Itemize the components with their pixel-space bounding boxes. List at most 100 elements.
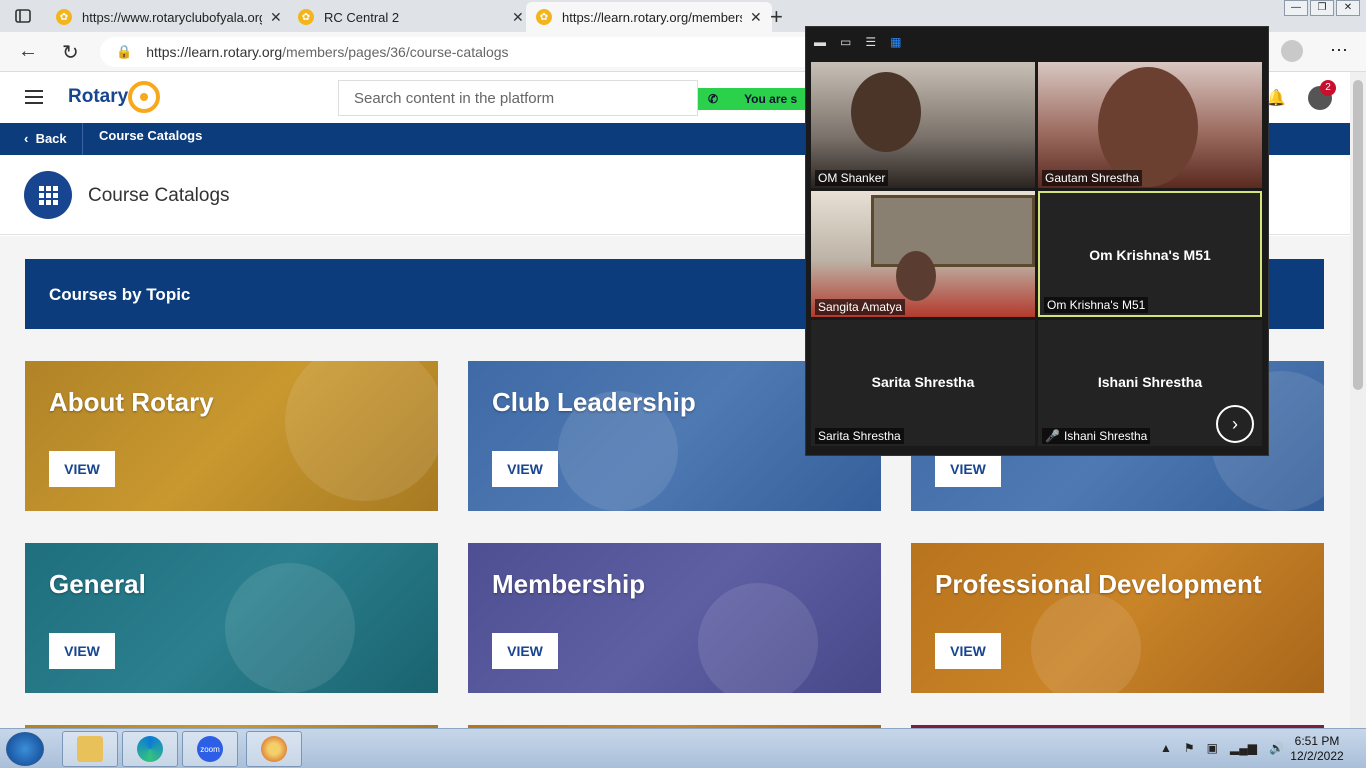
participant-name: Sangita Amatya (815, 299, 906, 315)
view-button[interactable]: VIEW (492, 451, 558, 487)
window-controls: — ❐ ✕ (1284, 0, 1360, 16)
close-tab-icon[interactable]: ✕ (512, 9, 524, 26)
tab-title: RC Central 2 (324, 9, 400, 25)
close-window-icon[interactable]: ✕ (1336, 0, 1360, 16)
wall-photo (871, 195, 1035, 267)
view-button[interactable]: VIEW (49, 633, 115, 669)
clock-time: 6:51 PM (1294, 734, 1340, 748)
new-tab-icon[interactable]: + (770, 4, 783, 30)
page-title: Course Catalogs (88, 185, 230, 206)
folder-icon (77, 736, 103, 762)
hamburger-menu-icon[interactable] (25, 90, 43, 104)
close-tab-icon[interactable]: ✕ (750, 9, 762, 26)
search-input[interactable]: Search content in the platform (338, 80, 698, 116)
rotary-favicon-icon: ✿ (56, 9, 72, 25)
refresh-icon[interactable]: ↻ (62, 40, 79, 65)
card-decoration (285, 361, 438, 501)
edge-browser-icon (137, 736, 163, 762)
browser-tab[interactable]: ✿ RC Central 2 ✕ (288, 2, 534, 32)
rotary-logo-text[interactable]: Rotary (68, 86, 128, 108)
device-icon[interactable]: ▣ (1207, 741, 1218, 755)
tab-actions-icon[interactable] (14, 7, 32, 25)
catalog-card-membership[interactable]: Membership VIEW (468, 543, 881, 693)
phone-icon: ✆ (708, 92, 719, 106)
taskbar-edge[interactable] (122, 731, 178, 767)
back-arrow-icon[interactable]: ← (18, 40, 38, 63)
view-button[interactable]: VIEW (935, 633, 1001, 669)
card-title: General (49, 569, 146, 599)
back-label: Back (35, 131, 67, 146)
speaker-view-icon[interactable]: ▭ (840, 35, 851, 49)
next-page-icon[interactable]: › (1216, 405, 1254, 443)
browser-tab[interactable]: ✿ https://www.rotaryclubofyala.org ✕ (46, 2, 292, 32)
tray-expand-icon[interactable]: ▲ (1160, 741, 1172, 755)
url-path: /members/pages/36/course-catalogs (282, 44, 509, 60)
taskbar-explorer[interactable] (62, 731, 118, 767)
lock-icon: 🔒 (116, 44, 133, 59)
url-field[interactable]: 🔒 https://learn.rotary.org/members/pages… (100, 37, 820, 67)
breadcrumb-current: Course Catalogs (99, 128, 203, 143)
page-scrollbar[interactable] (1350, 72, 1366, 728)
participant-name-label: 🎤 Ishani Shrestha (1042, 428, 1151, 444)
taskbar-clock[interactable]: 6:51 PM 12/2/2022 (1282, 734, 1352, 764)
strip-view-icon[interactable]: ☰ (865, 35, 876, 49)
card-title: About Rotary (49, 387, 214, 417)
network-icon[interactable]: ▂▄▆ (1230, 741, 1257, 755)
participant-tile[interactable]: Sarita Shrestha Sarita Shrestha (811, 320, 1035, 446)
zoom-app-icon: zoom (197, 736, 223, 762)
paint-palette-icon (261, 736, 287, 762)
participant-center-name: Sarita Shrestha (871, 374, 975, 390)
participant-video-tile[interactable]: OM Shanker (811, 62, 1035, 188)
participant-name: Om Krishna's M51 (1044, 297, 1149, 313)
url-host: https://learn.rotary.org (146, 44, 283, 60)
participant-video (896, 251, 936, 301)
participant-name: OM Shanker (815, 170, 889, 186)
browser-tab-active[interactable]: ✿ https://learn.rotary.org/members ✕ (526, 2, 772, 32)
zoom-view-toolbar: ▬ ▭ ☰ ▦ (814, 35, 901, 49)
browser-menu-icon[interactable]: ⋯ (1330, 40, 1348, 61)
participant-video-tile[interactable]: Sangita Amatya (811, 191, 1035, 317)
gallery-view-icon[interactable]: ▦ (890, 35, 901, 49)
zoom-gallery-window[interactable]: ▬ ▭ ☰ ▦ OM Shanker Gautam Shrestha Sangi… (805, 26, 1269, 456)
rotary-favicon-icon: ✿ (536, 9, 552, 25)
clock-date: 12/2/2022 (1290, 749, 1344, 763)
catalog-card-general[interactable]: General VIEW (25, 543, 438, 693)
windows-taskbar: zoom ▲ ⚑ ▣ ▂▄▆ 🔊 6:51 PM 12/2/2022 (0, 728, 1366, 768)
rotary-wheel-icon (128, 81, 160, 113)
card-title: Professional Development (935, 569, 1262, 599)
catalog-card-professional-development[interactable]: Professional Development VIEW (911, 543, 1324, 693)
card-decoration (698, 583, 818, 693)
secure-banner-text: You are s (744, 92, 798, 106)
breadcrumb-divider (82, 123, 83, 155)
card-decoration (1031, 593, 1141, 693)
participant-video-tile[interactable]: Gautam Shrestha (1038, 62, 1262, 188)
catalog-card-about-rotary[interactable]: About Rotary VIEW (25, 361, 438, 511)
participant-video (851, 72, 921, 152)
minimize-view-icon[interactable]: ▬ (814, 35, 826, 49)
participant-tile-active-speaker[interactable]: Om Krishna's M51 Om Krishna's M51 (1038, 191, 1262, 317)
participant-video (1098, 67, 1198, 187)
close-tab-icon[interactable]: ✕ (270, 9, 282, 26)
participant-name: Ishani Shrestha (1063, 429, 1148, 443)
view-button[interactable]: VIEW (935, 451, 1001, 487)
taskbar-zoom[interactable]: zoom (182, 731, 238, 767)
card-title: Club Leadership (492, 387, 696, 417)
back-button[interactable]: ‹ Back (24, 131, 67, 146)
rotary-favicon-icon: ✿ (298, 9, 314, 25)
view-button[interactable]: VIEW (49, 451, 115, 487)
notification-badge: 2 (1320, 80, 1336, 96)
card-decoration (225, 563, 355, 693)
secure-banner: ✆ You are s (698, 88, 810, 110)
participant-center-name: Ishani Shrestha (1097, 374, 1203, 390)
browser-profile-avatar[interactable] (1281, 40, 1303, 62)
action-center-icon[interactable]: ⚑ (1184, 741, 1195, 755)
card-title: Membership (492, 569, 646, 599)
restore-icon[interactable]: ❐ (1310, 0, 1334, 16)
windows-start-icon[interactable] (6, 732, 44, 766)
scrollbar-thumb[interactable] (1353, 80, 1363, 390)
tab-title: https://www.rotaryclubofyala.org (82, 9, 262, 25)
taskbar-paint[interactable] (246, 731, 302, 767)
minimize-icon[interactable]: — (1284, 0, 1308, 16)
view-button[interactable]: VIEW (492, 633, 558, 669)
tab-title: https://learn.rotary.org/members (562, 9, 742, 25)
